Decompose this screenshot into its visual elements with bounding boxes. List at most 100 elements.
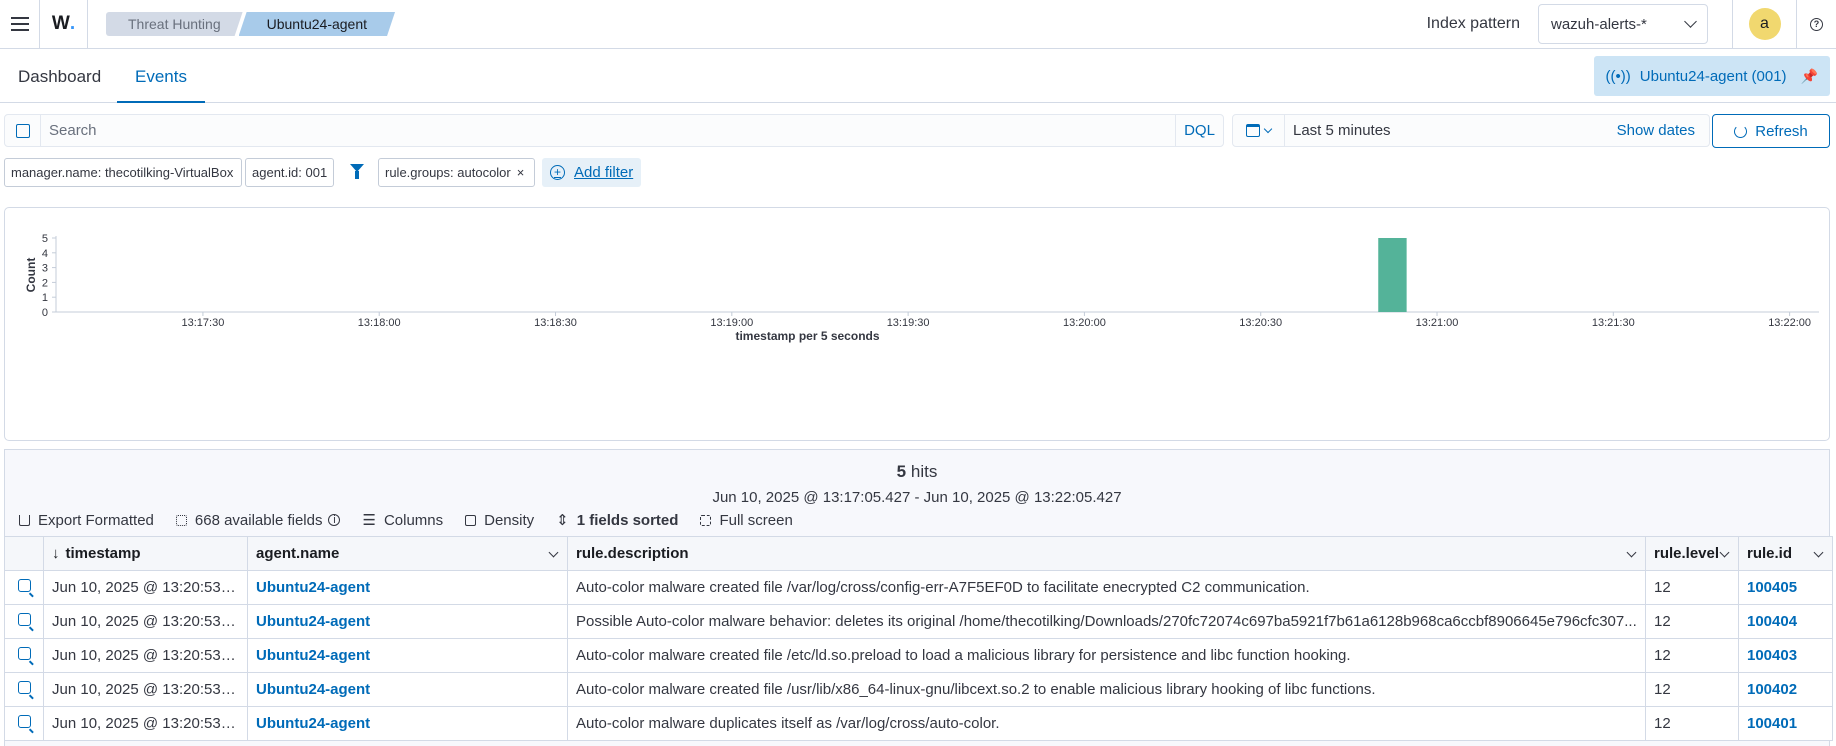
quick-date-button[interactable] — [1233, 115, 1285, 146]
table-row: Jun 10, 2025 @ 13:20:53.1... Ubuntu24-age… — [4, 570, 1833, 605]
header-agent-name[interactable]: agent.name — [247, 536, 568, 571]
table-row: Jun 10, 2025 @ 13:20:53.1... Ubuntu24-age… — [4, 706, 1833, 741]
density-label: Density — [484, 511, 535, 529]
tab-dashboard[interactable]: Dashboard — [0, 49, 119, 103]
cell-timestamp: Jun 10, 2025 @ 13:20:53.1... — [43, 672, 248, 707]
y-tick-label: 5 — [42, 233, 48, 245]
close-icon[interactable]: × — [517, 165, 525, 180]
density-icon — [465, 514, 477, 526]
cell-rule-id[interactable]: 100401 — [1738, 706, 1833, 741]
query-language-button[interactable]: DQL — [1175, 115, 1223, 146]
show-dates-link[interactable]: Show dates — [1617, 122, 1709, 139]
filter-pill-agent-id[interactable]: agent.id: 001 — [245, 158, 334, 187]
header-rule-level[interactable]: rule.level — [1645, 536, 1739, 571]
wazuh-logo[interactable]: W. — [40, 0, 88, 48]
grid-toolbar: Export Formatted 668 available fields i ☰… — [19, 510, 815, 530]
inspect-cell[interactable] — [4, 604, 44, 639]
header-rule-description[interactable]: rule.description — [567, 536, 1646, 571]
export-button[interactable]: Export Formatted — [19, 512, 154, 529]
x-tick-label: 13:19:00 — [710, 317, 753, 329]
fields-label: 668 available fields — [194, 511, 323, 529]
index-pattern-value: wazuh-alerts-* — [1551, 15, 1647, 33]
calendar-icon — [1246, 124, 1260, 137]
cell-rule-level: 12 — [1645, 570, 1739, 605]
cell-timestamp: Jun 10, 2025 @ 13:20:53.1... — [43, 706, 248, 741]
x-tick-label: 13:22:00 — [1768, 317, 1811, 329]
chevron-down-icon[interactable] — [1813, 547, 1824, 558]
chevron-down-icon[interactable] — [548, 547, 559, 558]
pinned-agent-label: Ubuntu24-agent (001) — [1639, 67, 1787, 85]
density-button[interactable]: Density — [465, 512, 534, 529]
fullscreen-icon — [700, 514, 712, 526]
table-row: Jun 10, 2025 @ 13:20:53.1... Ubuntu24-age… — [4, 604, 1833, 639]
cell-agent-name[interactable]: Ubuntu24-agent — [247, 570, 568, 605]
table-row: Jun 10, 2025 @ 13:20:53.1... Ubuntu24-age… — [4, 672, 1833, 707]
cell-agent-name[interactable]: Ubuntu24-agent — [247, 706, 568, 741]
tab-bar: Dashboard Events ((•)) Ubuntu24-agent (0… — [0, 49, 1836, 103]
inspect-icon[interactable] — [17, 647, 31, 660]
chevron-down-icon[interactable] — [1719, 547, 1730, 558]
help-icon: ? — [1810, 17, 1823, 31]
chevron-down-icon — [1263, 124, 1273, 134]
time-range-label[interactable]: Last 5 minutes — [1285, 122, 1617, 139]
filter-pill-manager[interactable]: manager.name: thecotilking-VirtualBox — [4, 158, 242, 187]
inspect-icon[interactable] — [17, 715, 31, 728]
inspect-icon[interactable] — [17, 681, 31, 694]
saved-query-button[interactable] — [5, 115, 41, 146]
chevron-down-icon — [1684, 15, 1697, 28]
fullscreen-label: Full screen — [719, 511, 793, 529]
columns-label: Columns — [383, 511, 444, 529]
y-tick-label: 3 — [42, 263, 48, 275]
breadcrumb-agent: Ubuntu24-agent — [239, 12, 395, 36]
logo-dot: . — [69, 13, 76, 34]
fullscreen-button[interactable]: Full screen — [700, 511, 793, 529]
cell-rule-id[interactable]: 100404 — [1738, 604, 1833, 639]
inspect-icon[interactable] — [17, 613, 31, 626]
header-label: timestamp — [65, 545, 141, 562]
pinned-agent-button[interactable]: ((•)) Ubuntu24-agent (001) 📌 — [1593, 56, 1830, 96]
header-rule-id[interactable]: rule.id — [1738, 536, 1833, 571]
y-tick-label: 0 — [42, 307, 48, 319]
arrow-down-icon: ↓ — [52, 545, 60, 562]
inspect-cell[interactable] — [4, 638, 44, 673]
filter-pill-rule-groups[interactable]: rule.groups: autocolor × — [378, 158, 535, 187]
chevron-down-icon[interactable] — [1626, 547, 1637, 558]
tab-events[interactable]: Events — [117, 49, 205, 103]
x-tick-label: 13:21:00 — [1416, 317, 1459, 329]
inspect-cell[interactable] — [4, 706, 44, 741]
cell-rule-id[interactable]: 100402 — [1738, 672, 1833, 707]
index-pattern-select[interactable]: wazuh-alerts-* — [1538, 4, 1708, 44]
add-filter-button[interactable]: + Add filter — [542, 158, 642, 187]
columns-button[interactable]: ☰ Columns — [362, 511, 444, 530]
help-button[interactable]: ? — [1796, 0, 1836, 48]
filter-label: rule.groups: autocolor — [385, 165, 511, 180]
breadcrumb: Threat Hunting Ubuntu24-agent — [106, 12, 395, 36]
sort-button[interactable]: ⇕ 1 fields sorted — [556, 511, 678, 530]
cell-rule-description: Auto-color malware created file /usr/lib… — [567, 672, 1646, 707]
inspect-cell[interactable] — [4, 570, 44, 605]
cell-agent-name[interactable]: Ubuntu24-agent — [247, 638, 568, 673]
refresh-button[interactable]: Refresh — [1712, 114, 1830, 148]
header-timestamp[interactable]: ↓ timestamp — [43, 536, 248, 571]
header-label: agent.name — [256, 545, 340, 562]
cell-agent-name[interactable]: Ubuntu24-agent — [247, 604, 568, 639]
search-input[interactable] — [41, 115, 1175, 146]
cell-rule-id[interactable]: 100403 — [1738, 638, 1833, 673]
pin-icon[interactable]: 📌 — [1801, 68, 1818, 85]
cell-agent-name[interactable]: Ubuntu24-agent — [247, 672, 568, 707]
menu-icon[interactable] — [0, 0, 40, 48]
inspect-cell[interactable] — [4, 672, 44, 707]
cell-rule-id[interactable]: 100405 — [1738, 570, 1833, 605]
header-label: rule.level — [1654, 545, 1720, 562]
user-menu[interactable]: a — [1732, 0, 1796, 48]
table-row: Jun 10, 2025 @ 13:20:53.1... Ubuntu24-age… — [4, 638, 1833, 673]
inspect-icon[interactable] — [17, 579, 31, 592]
breadcrumb-threat-hunting[interactable]: Threat Hunting — [106, 12, 243, 36]
x-tick-label: 13:17:30 — [182, 317, 225, 329]
available-fields-button[interactable]: 668 available fields i — [175, 511, 341, 529]
y-axis-title: Count — [24, 258, 38, 293]
avatar[interactable]: a — [1748, 8, 1781, 40]
info-icon: i — [328, 514, 341, 526]
table-header-row: ↓ timestamp agent.name rule.description r… — [4, 536, 1833, 571]
refresh-icon — [1734, 124, 1748, 138]
